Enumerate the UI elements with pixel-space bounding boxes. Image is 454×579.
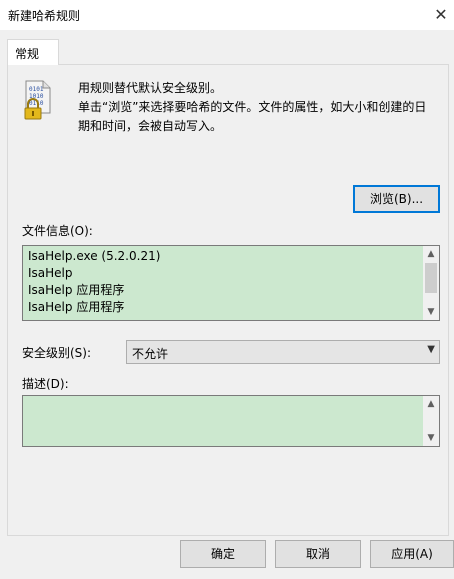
new-hash-rule-dialog: 新建哈希规则 ✕ 常规 0101 1010 0110 用规则替代默认安全级别。 … xyxy=(0,0,454,579)
rule-description: 用规则替代默认安全级别。 xyxy=(78,81,223,95)
close-icon[interactable]: ✕ xyxy=(428,0,454,30)
security-level-label: 安全级别(S): xyxy=(22,346,92,360)
file-info-line: IsaHelp 应用程序 xyxy=(28,300,125,314)
chevron-down-icon: ▼ xyxy=(427,344,435,355)
browse-instructions: 单击“浏览”来选择要哈希的文件。文件的属性，如大小和创建的日期和时间，会被自动写… xyxy=(78,100,427,133)
scroll-down-arrow-icon[interactable]: ▼ xyxy=(423,304,439,320)
description-label: 描述(D): xyxy=(22,377,69,391)
scroll-up-arrow-icon[interactable]: ▲ xyxy=(423,246,439,262)
security-level-value: 不允许 xyxy=(132,347,169,361)
scroll-up-arrow-icon[interactable]: ▲ xyxy=(423,396,439,412)
browse-button[interactable]: 浏览(B)... xyxy=(353,185,440,213)
ok-button[interactable]: 确定 xyxy=(180,540,266,568)
description-scrollbar[interactable]: ▲ ▼ xyxy=(423,396,439,446)
file-info-line: IsaHelp xyxy=(28,266,73,280)
file-info-label: 文件信息(O): xyxy=(22,224,93,238)
file-info-line: IsaHelp 应用程序 xyxy=(28,283,125,297)
tab-general[interactable]: 常规 xyxy=(7,39,59,65)
general-panel: 0101 1010 0110 用规则替代默认安全级别。 单击“浏览”来选择要哈希… xyxy=(7,64,449,536)
file-info-line: IsaHelp.exe (5.2.0.21) xyxy=(28,249,161,263)
title-bar: 新建哈希规则 ✕ xyxy=(0,0,454,30)
scroll-down-arrow-icon[interactable]: ▼ xyxy=(423,430,439,446)
tab-general-label: 常规 xyxy=(15,47,40,61)
description-field[interactable]: ▲ ▼ xyxy=(22,395,440,447)
binary-file-lock-icon: 0101 1010 0110 xyxy=(24,80,51,120)
scroll-thumb[interactable] xyxy=(425,263,437,293)
cancel-button[interactable]: 取消 xyxy=(275,540,361,568)
security-level-select[interactable]: 不允许 ▼ xyxy=(126,340,440,364)
file-info-box[interactable]: IsaHelp.exe (5.2.0.21) IsaHelp IsaHelp 应… xyxy=(22,245,440,321)
window-title: 新建哈希规则 xyxy=(8,9,81,23)
file-info-scrollbar[interactable]: ▲ ▼ xyxy=(423,246,439,320)
apply-button[interactable]: 应用(A) xyxy=(370,540,454,568)
svg-text:0101: 0101 xyxy=(29,86,44,93)
